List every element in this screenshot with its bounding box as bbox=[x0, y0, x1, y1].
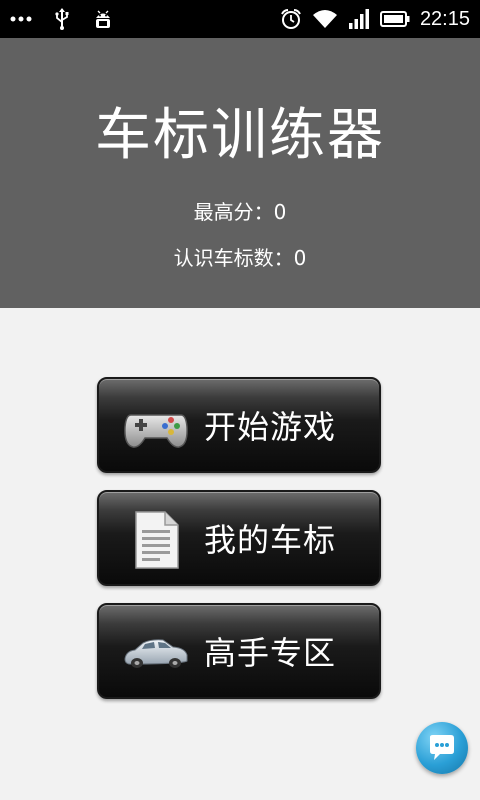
alarm-icon bbox=[280, 8, 302, 30]
android-debug-icon bbox=[92, 8, 114, 30]
my-logos-button[interactable]: 我的车标 bbox=[97, 490, 381, 586]
document-icon bbox=[121, 510, 191, 570]
battery-icon bbox=[379, 11, 410, 27]
more-dots-icon bbox=[10, 16, 32, 22]
clock-time: 22:15 bbox=[419, 7, 470, 30]
status-bar: 22:15 bbox=[0, 0, 480, 38]
app-title: 车标训练器 bbox=[95, 103, 385, 168]
chat-bubble-icon bbox=[427, 734, 457, 766]
my-logos-label: 我的车标 bbox=[204, 521, 337, 559]
wifi-icon bbox=[312, 9, 338, 29]
usb-icon bbox=[54, 8, 70, 30]
gamepad-icon bbox=[121, 397, 191, 457]
header-panel: 车标训练器 最高分：0 认识车标数：0 bbox=[0, 38, 480, 308]
expert-zone-label: 高手专区 bbox=[204, 634, 337, 672]
signal-icon bbox=[348, 9, 370, 29]
expert-zone-button[interactable]: 高手专区 bbox=[97, 603, 381, 699]
start-game-label: 开始游戏 bbox=[204, 408, 337, 446]
car-icon bbox=[121, 623, 191, 683]
chat-button[interactable] bbox=[416, 722, 468, 774]
known-logos-count-text: 认识车标数：0 bbox=[173, 246, 307, 270]
start-game-button[interactable]: 开始游戏 bbox=[97, 377, 381, 473]
high-score-text: 最高分：0 bbox=[193, 200, 287, 224]
